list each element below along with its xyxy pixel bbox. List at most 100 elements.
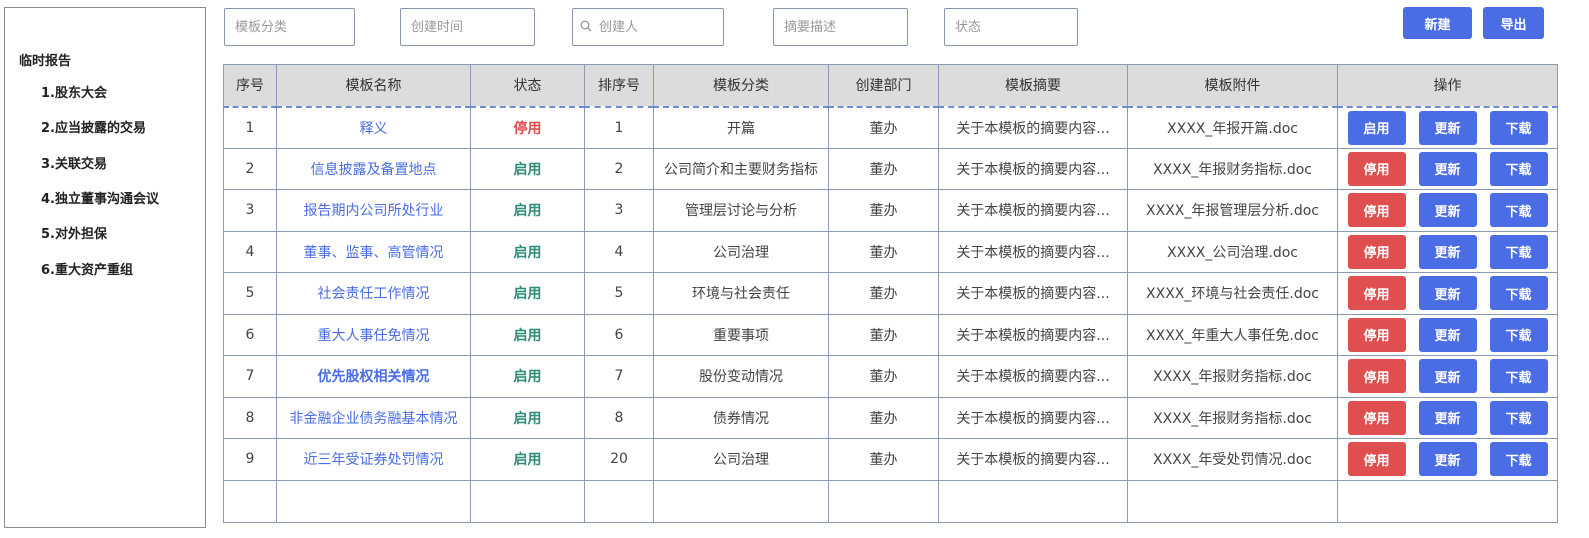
row-summary: 关于本模板的摘要内容... bbox=[938, 272, 1128, 315]
template-name-link[interactable]: 近三年受证券处罚情况 bbox=[276, 438, 471, 481]
status-badge: 启用 bbox=[470, 189, 585, 232]
table-row: 2 信息披露及备置地点 启用 2 公司简介和主要财务指标 董办 关于本模板的摘要… bbox=[223, 147, 1558, 190]
update-button[interactable]: 更新 bbox=[1418, 110, 1477, 145]
row-actions: 停用 更新 下载 bbox=[1337, 230, 1558, 273]
column-header-category: 模板分类 bbox=[653, 64, 829, 107]
export-button[interactable]: 导出 bbox=[1483, 7, 1544, 39]
row-sort: 1 bbox=[584, 106, 654, 149]
row-category: 开篇 bbox=[653, 106, 829, 149]
status-filter-input[interactable] bbox=[944, 8, 1078, 46]
status-badge: 启用 bbox=[470, 438, 585, 481]
row-sort: 6 bbox=[584, 313, 654, 356]
template-name-link[interactable]: 优先股权相关情况 bbox=[276, 355, 471, 398]
disable-button[interactable]: 停用 bbox=[1347, 151, 1406, 186]
empty-cell bbox=[276, 479, 471, 523]
sidebar-item-independent-director-meeting[interactable]: 4.独立董事沟通会议 bbox=[41, 188, 159, 207]
column-header-dept: 创建部门 bbox=[828, 64, 939, 107]
row-attachment: XXXX_年报财务指标.doc bbox=[1127, 396, 1338, 439]
row-attachment: XXXX_年报管理层分析.doc bbox=[1127, 189, 1338, 232]
update-button[interactable]: 更新 bbox=[1418, 193, 1477, 228]
download-button[interactable]: 下载 bbox=[1489, 400, 1548, 435]
row-dept: 董办 bbox=[828, 230, 939, 273]
sidebar-item-disclosable-transactions[interactable]: 2.应当披露的交易 bbox=[41, 117, 146, 136]
empty-cell bbox=[470, 479, 585, 523]
row-sort: 20 bbox=[584, 438, 654, 481]
row-no: 8 bbox=[223, 396, 277, 439]
row-category: 环境与社会责任 bbox=[653, 272, 829, 315]
row-summary: 关于本模板的摘要内容... bbox=[938, 438, 1128, 481]
template-name-link[interactable]: 重大人事任免情况 bbox=[276, 313, 471, 356]
template-name-link[interactable]: 董事、监事、高管情况 bbox=[276, 230, 471, 273]
disable-button[interactable]: 停用 bbox=[1347, 359, 1406, 394]
creator-search bbox=[572, 8, 724, 46]
row-summary: 关于本模板的摘要内容... bbox=[938, 396, 1128, 439]
table-row: 8 非金融企业债务融基本情况 启用 8 债券情况 董办 关于本模板的摘要内容..… bbox=[223, 396, 1558, 439]
new-button[interactable]: 新建 bbox=[1403, 7, 1472, 39]
row-attachment: XXXX_年报开篇.doc bbox=[1127, 106, 1338, 149]
update-button[interactable]: 更新 bbox=[1418, 234, 1477, 269]
column-header-sort: 排序号 bbox=[584, 64, 654, 107]
template-name-link[interactable]: 社会责任工作情况 bbox=[276, 272, 471, 315]
update-button[interactable]: 更新 bbox=[1418, 276, 1477, 311]
row-no: 3 bbox=[223, 189, 277, 232]
download-button[interactable]: 下载 bbox=[1489, 193, 1548, 228]
column-header-status: 状态 bbox=[470, 64, 585, 107]
table-row: 4 董事、监事、高管情况 启用 4 公司治理 董办 关于本模板的摘要内容... … bbox=[223, 230, 1558, 273]
column-header-no: 序号 bbox=[223, 64, 277, 107]
empty-cell bbox=[223, 479, 277, 523]
download-button[interactable]: 下载 bbox=[1489, 151, 1548, 186]
disable-button[interactable]: 停用 bbox=[1347, 442, 1406, 477]
status-badge: 启用 bbox=[470, 230, 585, 273]
table-row: 7 优先股权相关情况 启用 7 股份变动情况 董办 关于本模板的摘要内容... … bbox=[223, 355, 1558, 398]
download-button[interactable]: 下载 bbox=[1489, 110, 1548, 145]
template-name-link[interactable]: 非金融企业债务融基本情况 bbox=[276, 396, 471, 439]
update-button[interactable]: 更新 bbox=[1418, 400, 1477, 435]
row-sort: 2 bbox=[584, 147, 654, 190]
sidebar-item-related-transactions[interactable]: 3.关联交易 bbox=[41, 153, 107, 172]
row-sort: 4 bbox=[584, 230, 654, 273]
download-button[interactable]: 下载 bbox=[1489, 359, 1548, 394]
empty-cell bbox=[1127, 479, 1338, 523]
table-row: 9 近三年受证券处罚情况 启用 20 公司治理 董办 关于本模板的摘要内容...… bbox=[223, 438, 1558, 481]
update-button[interactable]: 更新 bbox=[1418, 442, 1477, 477]
row-no: 9 bbox=[223, 438, 277, 481]
status-badge: 启用 bbox=[470, 313, 585, 356]
row-summary: 关于本模板的摘要内容... bbox=[938, 189, 1128, 232]
creator-filter-input[interactable] bbox=[572, 8, 724, 46]
update-button[interactable]: 更新 bbox=[1418, 317, 1477, 352]
disable-button[interactable]: 停用 bbox=[1347, 317, 1406, 352]
row-attachment: XXXX_公司治理.doc bbox=[1127, 230, 1338, 273]
row-actions: 停用 更新 下载 bbox=[1337, 147, 1558, 190]
row-actions: 停用 更新 下载 bbox=[1337, 355, 1558, 398]
download-button[interactable]: 下载 bbox=[1489, 276, 1548, 311]
disable-button[interactable]: 停用 bbox=[1347, 400, 1406, 435]
search-icon bbox=[580, 20, 592, 32]
update-button[interactable]: 更新 bbox=[1418, 359, 1477, 394]
sidebar-item-major-asset-restructuring[interactable]: 6.重大资产重组 bbox=[41, 259, 133, 278]
row-category: 管理层讨论与分析 bbox=[653, 189, 829, 232]
update-button[interactable]: 更新 bbox=[1418, 151, 1477, 186]
download-button[interactable]: 下载 bbox=[1489, 234, 1548, 269]
summary-filter-input[interactable] bbox=[773, 8, 908, 46]
enable-button[interactable]: 启用 bbox=[1347, 110, 1406, 145]
row-no: 4 bbox=[223, 230, 277, 273]
template-name-link[interactable]: 报告期内公司所处行业 bbox=[276, 189, 471, 232]
row-category: 股份变动情况 bbox=[653, 355, 829, 398]
template-name-link[interactable]: 释义 bbox=[276, 106, 471, 149]
row-actions: 停用 更新 下载 bbox=[1337, 189, 1558, 232]
download-button[interactable]: 下载 bbox=[1489, 317, 1548, 352]
disable-button[interactable]: 停用 bbox=[1347, 193, 1406, 228]
sidebar-item-external-guarantee[interactable]: 5.对外担保 bbox=[41, 223, 107, 242]
row-dept: 董办 bbox=[828, 438, 939, 481]
disable-button[interactable]: 停用 bbox=[1347, 234, 1406, 269]
row-summary: 关于本模板的摘要内容... bbox=[938, 147, 1128, 190]
row-summary: 关于本模板的摘要内容... bbox=[938, 313, 1128, 356]
disable-button[interactable]: 停用 bbox=[1347, 276, 1406, 311]
download-button[interactable]: 下载 bbox=[1489, 442, 1548, 477]
row-category: 公司治理 bbox=[653, 230, 829, 273]
row-sort: 8 bbox=[584, 396, 654, 439]
category-filter-input[interactable] bbox=[224, 8, 355, 46]
sidebar-item-shareholders-meeting[interactable]: 1.股东大会 bbox=[41, 82, 107, 101]
created-time-filter-input[interactable] bbox=[400, 8, 535, 46]
template-name-link[interactable]: 信息披露及备置地点 bbox=[276, 147, 471, 190]
